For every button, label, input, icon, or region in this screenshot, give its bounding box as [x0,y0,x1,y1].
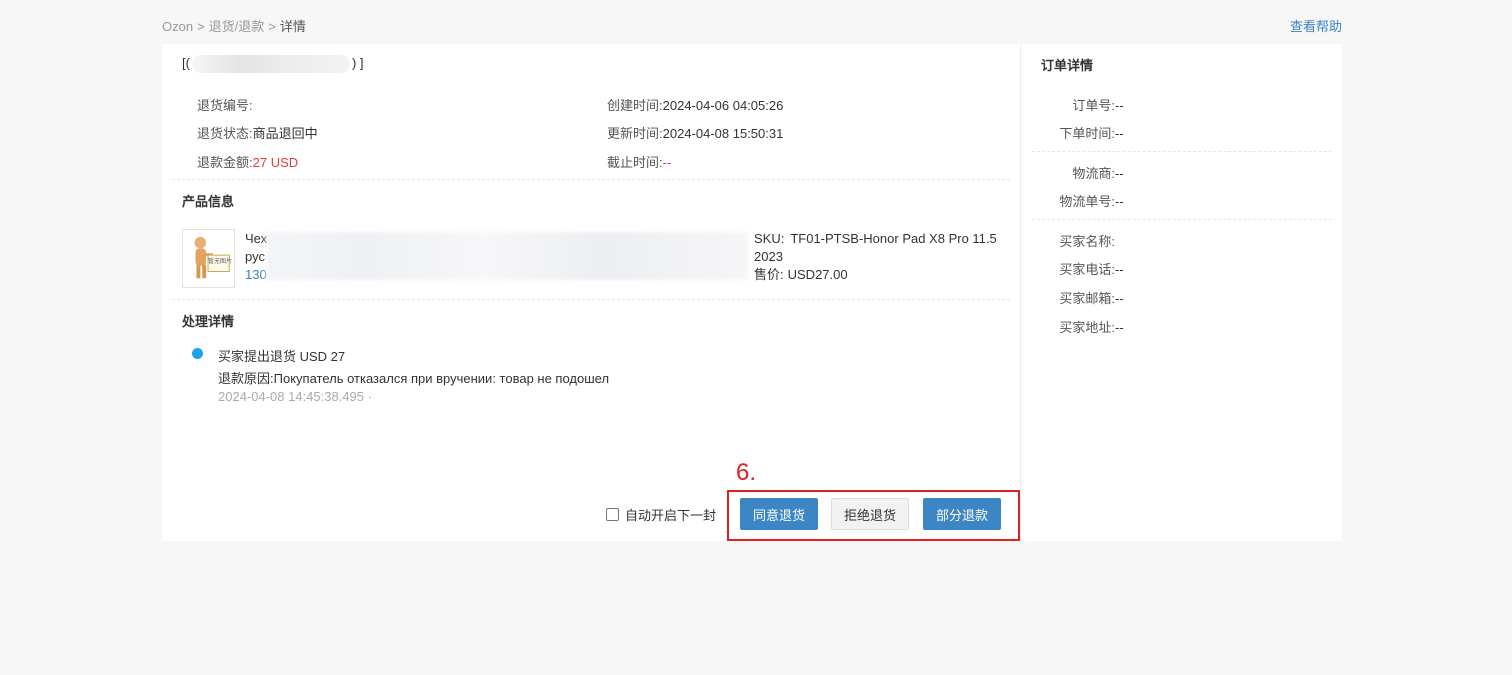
refund-amount-value: 27 USD [252,155,299,170]
divider [172,179,1010,180]
divider [1032,151,1332,152]
return-detail-panel: [( ) ] 退货编号: 退货状态:商品退回中 退款金额:27 USD 创建时间:… [162,44,1020,541]
refund-amount-label: 退款金额: [197,155,253,170]
breadcrumb-separator: > [197,19,205,34]
tracking-number: 物流单号:-- [1031,191,1124,210]
breadcrumb-current: 详情 [279,19,306,34]
return-status-value: 商品退回中 [252,126,318,141]
carrier-value: -- [1115,166,1124,181]
breadcrumb-root[interactable]: Ozon [162,19,193,34]
order-detail-sidebar: 订单详情 订单号:-- 下单时间:-- 物流商:-- 物流单号:-- 买家名称:… [1021,44,1342,541]
redacted-product-name [266,232,748,280]
updated-time-value: 2024-04-08 15:50:31 [662,126,784,141]
updated-time-label: 更新时间: [607,126,663,141]
order-detail-title: 订单详情 [1041,58,1094,73]
order-time: 下单时间:-- [1031,123,1124,142]
price-label: 售价: [754,267,784,282]
order-id: [( ) ] [182,55,364,73]
deadline-time: 截止时间:-- [607,152,671,171]
refund-reason: 退款原因:Покупатель отказался при вручении: … [218,368,609,387]
buyer-name-label: 买家名称: [1059,234,1115,249]
deadline-time-value: -- [662,155,672,170]
agree-return-button[interactable]: 同意退货 [740,498,818,530]
redacted-order-id [191,55,350,73]
return-status: 退货状态:商品退回中 [197,123,318,142]
buyer-name: 买家名称: [1031,231,1115,250]
order-number-value: -- [1115,98,1124,113]
breadcrumb: Ozon > 退货/退款 > 详情 [162,16,306,35]
order-id-prefix: [( [182,55,190,71]
timeline-event-title: 买家提出退货 USD 27 [218,349,346,364]
buyer-address-label: 买家地址: [1059,320,1115,335]
buyer-email: 买家邮箱:-- [1031,288,1124,307]
order-number: 订单号:-- [1031,95,1124,114]
buyer-address-value: -- [1115,320,1124,335]
buyer-address: 买家地址:-- [1031,317,1124,336]
order-number-label: 订单号: [1072,98,1115,113]
timeline-dot [192,348,203,359]
annotation-step-number: 6. [736,459,757,486]
updated-time: 更新时间:2024-04-08 15:50:31 [607,123,783,142]
order-time-value: -- [1115,126,1124,141]
partial-refund-button[interactable]: 部分退款 [923,498,1001,530]
price-value: USD27.00 [787,267,848,282]
help-link[interactable]: 查看帮助 [1290,16,1342,35]
sku-label: SKU: [754,231,785,246]
buyer-phone-label: 买家电话: [1059,262,1115,277]
refund-reason-label: 退款原因: [218,371,274,386]
created-time-label: 创建时间: [607,98,663,113]
buyer-phone-value: -- [1115,262,1124,277]
return-status-label: 退货状态: [197,126,253,141]
breadcrumb-separator: > [268,19,276,34]
refund-reason-value: Покупатель отказался при вручении: товар… [273,371,610,386]
sku-block: SKU: TF01-PTSB-Honor Pad X8 Pro 11.5 2023… [754,230,1012,284]
process-detail-title: 处理详情 [182,314,235,329]
divider [172,299,1010,300]
auto-next-label: 自动开启下一封 [625,508,717,523]
tracking-number-value: -- [1115,194,1124,209]
refund-amount: 退款金额:27 USD [197,152,298,171]
order-time-label: 下单时间: [1059,126,1115,141]
timeline-event-time: 2024-04-08 14:45:38.495 · [218,389,372,404]
created-time-value: 2024-04-06 04:05:26 [662,98,784,113]
product-info-title: 产品信息 [182,194,235,209]
order-id-suffix: ) ] [351,55,364,71]
sku-value: TF01-PTSB-Honor Pad X8 Pro 11.5 2023 [754,231,997,264]
buyer-email-value: -- [1115,291,1124,306]
return-number-label: 退货编号: [197,98,253,113]
carrier: 物流商:-- [1031,163,1124,182]
deadline-time-label: 截止时间: [607,155,663,170]
buyer-phone: 买家电话:-- [1031,259,1124,278]
auto-next-option[interactable]: 自动开启下一封 [606,505,716,524]
tracking-number-label: 物流单号: [1059,194,1115,209]
breadcrumb-returns[interactable]: 退货/退款 [209,19,265,34]
buyer-email-label: 买家邮箱: [1059,291,1115,306]
created-time: 创建时间:2024-04-06 04:05:26 [607,95,783,114]
reject-return-button[interactable]: 拒绝退货 [831,498,909,530]
return-number: 退货编号: [197,95,253,114]
carrier-label: 物流商: [1072,166,1115,181]
auto-next-checkbox[interactable] [606,508,619,521]
thumbnail-placeholder-text: 暂无图片 [208,259,233,265]
divider [1032,219,1332,220]
